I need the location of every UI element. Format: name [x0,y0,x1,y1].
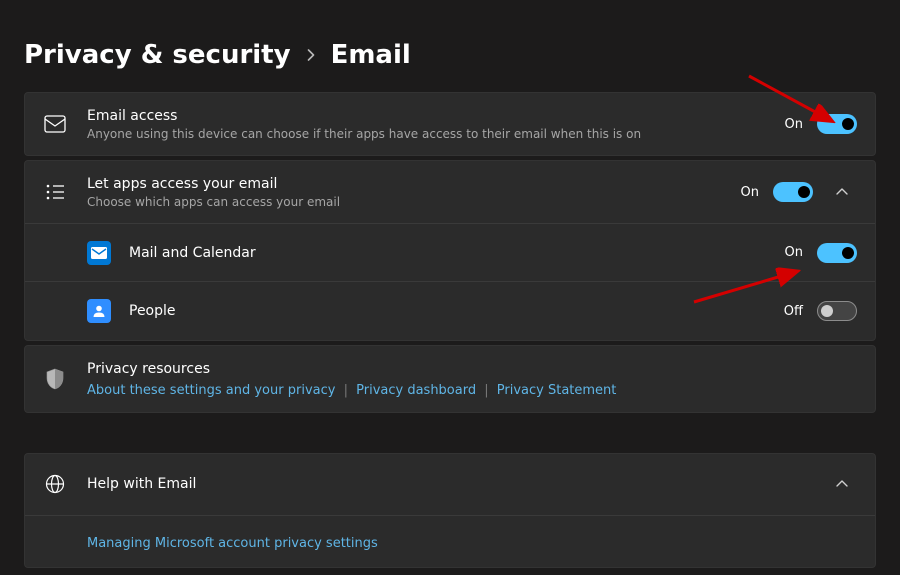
help-title: Help with Email [87,475,811,493]
link-separator: | [344,383,348,398]
let-apps-state-label: On [741,185,759,200]
app-people-toggle[interactable] [817,301,857,321]
envelope-icon [43,112,67,136]
link-separator: | [484,383,488,398]
globe-icon [43,472,67,496]
app-mail-toggle[interactable] [817,243,857,263]
app-mail-state-label: On [785,245,803,260]
email-access-subtitle: Anyone using this device can choose if t… [87,127,769,141]
app-row-mail: Mail and Calendar On [25,224,875,282]
list-icon [43,180,67,204]
breadcrumb: Privacy & security Email [0,0,900,92]
let-apps-card: Let apps access your email Choose which … [24,160,876,341]
mail-app-icon [87,241,111,265]
email-access-title: Email access [87,107,769,125]
help-card: Help with Email Managing Microsoft accou… [24,453,876,568]
privacy-resources-card: Privacy resources About these settings a… [24,345,876,412]
email-access-toggle[interactable] [817,114,857,134]
app-row-people: People Off [25,282,875,340]
people-app-icon [87,299,111,323]
link-privacy-dashboard[interactable]: Privacy dashboard [356,383,476,398]
privacy-resources-title: Privacy resources [87,360,857,378]
shield-icon [43,367,67,391]
help-expander[interactable] [827,469,857,499]
help-header-row[interactable]: Help with Email [25,454,875,516]
let-apps-subtitle: Choose which apps can access your email [87,195,725,209]
app-name-mail: Mail and Calendar [129,244,769,262]
app-people-state-label: Off [784,304,803,319]
let-apps-expander[interactable] [827,177,857,207]
link-privacy-statement[interactable]: Privacy Statement [497,383,617,398]
email-access-state-label: On [785,117,803,132]
email-access-card: Email access Anyone using this device ca… [24,92,876,156]
help-link-manage-privacy[interactable]: Managing Microsoft account privacy setti… [87,536,378,551]
app-name-people: People [129,302,768,320]
let-apps-title: Let apps access your email [87,175,725,193]
breadcrumb-current: Email [331,40,411,70]
let-apps-toggle[interactable] [773,182,813,202]
chevron-right-icon [305,49,317,61]
breadcrumb-parent[interactable]: Privacy & security [24,40,291,70]
link-about-settings[interactable]: About these settings and your privacy [87,383,335,398]
